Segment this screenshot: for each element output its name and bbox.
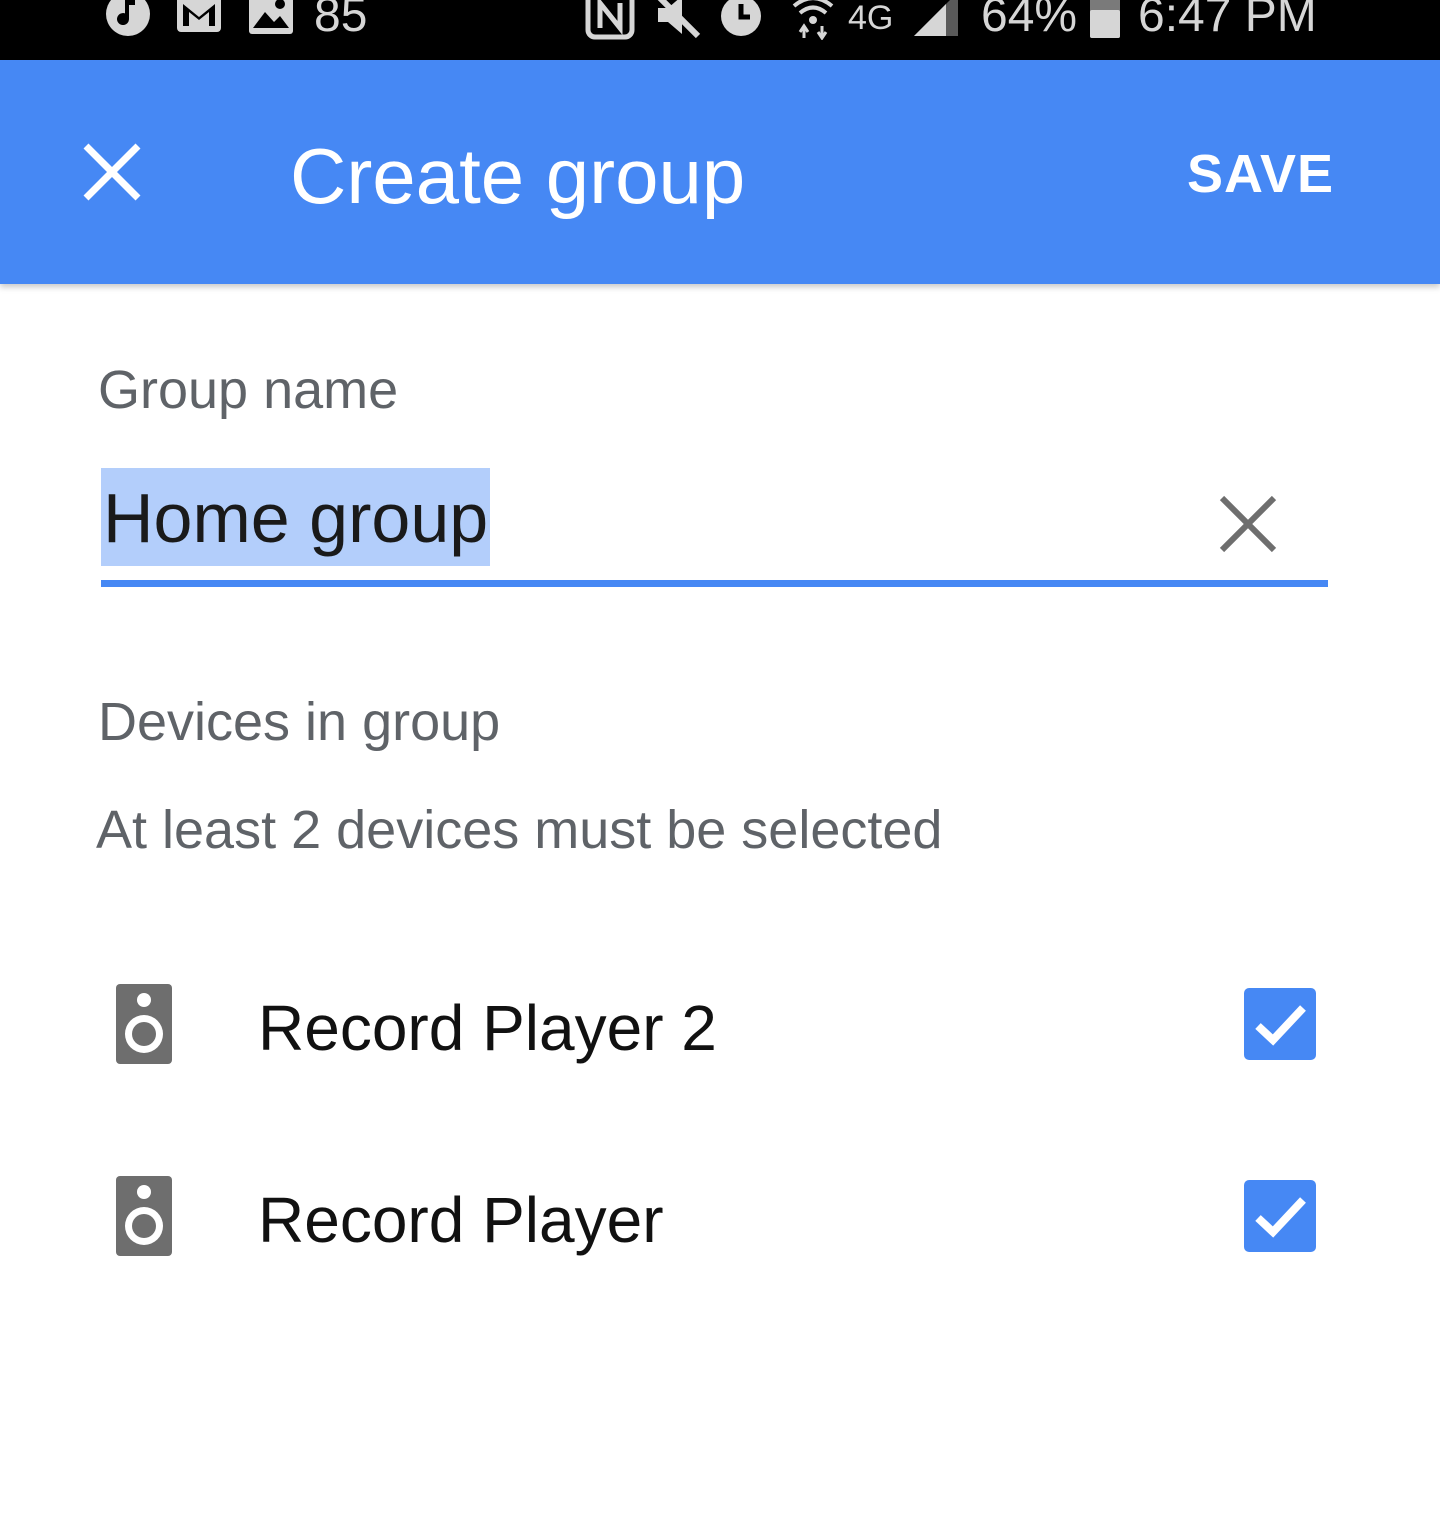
close-icon <box>83 143 141 201</box>
music-note-icon <box>106 0 150 36</box>
input-underline <box>101 580 1328 587</box>
device-row[interactable]: Record Player 2 <box>0 984 1440 1144</box>
gmail-icon <box>177 0 221 32</box>
checkmark-icon <box>1255 1005 1306 1046</box>
device-checkbox[interactable] <box>1244 988 1316 1060</box>
clear-text-button[interactable] <box>1210 486 1286 562</box>
devices-label: Devices in group <box>98 692 501 752</box>
nfc-icon <box>585 0 635 40</box>
signal-icon <box>914 0 958 36</box>
device-name: Record Player <box>258 1184 664 1256</box>
device-name: Record Player 2 <box>258 992 717 1064</box>
device-row[interactable]: Record Player <box>0 1176 1440 1336</box>
device-checkbox[interactable] <box>1244 1180 1316 1252</box>
battery-percent: 64% <box>981 0 1078 42</box>
app-bar: Create group SAVE <box>0 60 1440 284</box>
battery-icon <box>1090 0 1120 38</box>
speaker-icon <box>116 984 172 1064</box>
network-label: 4G <box>848 0 894 37</box>
mute-icon <box>657 0 701 39</box>
save-button[interactable]: SAVE <box>1187 138 1334 210</box>
gallery-icon <box>249 0 293 34</box>
alarm-icon <box>721 0 761 36</box>
close-button[interactable] <box>70 130 154 214</box>
group-name-input[interactable]: Home group <box>101 468 491 566</box>
status-time: 6:47 PM <box>1138 0 1317 42</box>
status-bar: 85 4G 64% 6:47 PM <box>0 0 1440 60</box>
checkmark-icon <box>1255 1197 1306 1238</box>
group-name-field[interactable]: Home group <box>101 468 1328 587</box>
clear-icon <box>1219 495 1277 553</box>
wifi-icon <box>792 0 834 40</box>
group-name-label: Group name <box>98 360 399 420</box>
page-title: Create group <box>290 132 746 220</box>
speaker-icon <box>116 1176 172 1256</box>
notification-count: 85 <box>314 0 368 42</box>
selection-hint: At least 2 devices must be selected <box>96 800 943 860</box>
